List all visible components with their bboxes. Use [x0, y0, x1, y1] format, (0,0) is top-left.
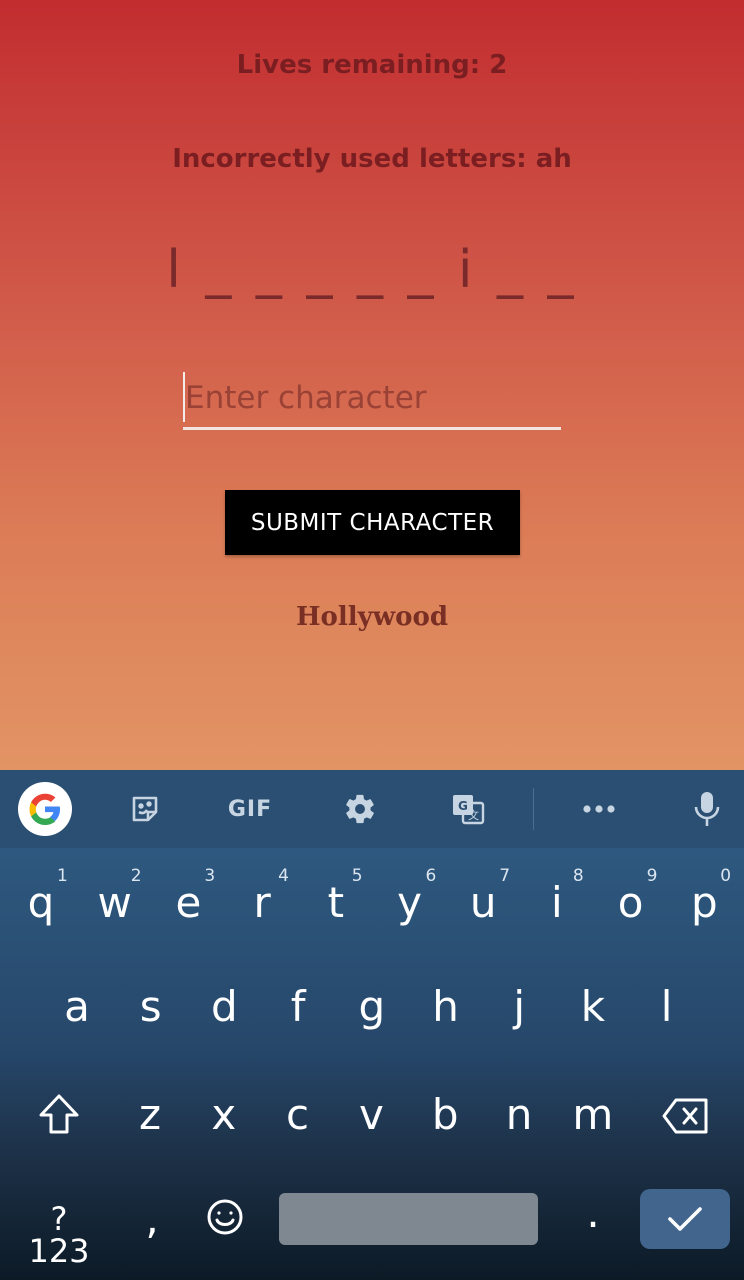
- key-x[interactable]: x: [199, 1094, 249, 1136]
- submit-character-button[interactable]: SUBMIT CHARACTER: [225, 490, 520, 555]
- key-n[interactable]: n: [494, 1094, 544, 1136]
- comma-key[interactable]: ,: [135, 1198, 169, 1240]
- key-u[interactable]: u: [458, 882, 508, 924]
- svg-text:文: 文: [468, 808, 479, 822]
- key-f[interactable]: f: [273, 986, 323, 1028]
- key-b[interactable]: b: [420, 1094, 470, 1136]
- key-hint-5: 5: [351, 866, 363, 886]
- key-y[interactable]: y: [385, 882, 435, 924]
- key-p[interactable]: p: [679, 882, 729, 924]
- gif-label: GIF: [227, 796, 273, 822]
- key-hint-9: 9: [646, 866, 658, 886]
- key-a[interactable]: a: [52, 986, 102, 1028]
- space-bar[interactable]: [279, 1193, 538, 1245]
- microphone-icon[interactable]: [680, 782, 734, 836]
- key-s[interactable]: s: [126, 986, 176, 1028]
- key-i[interactable]: i: [532, 882, 582, 924]
- backspace-key[interactable]: [660, 1097, 712, 1137]
- sticker-icon[interactable]: [118, 782, 172, 836]
- symbols-key[interactable]: ?123: [20, 1203, 98, 1267]
- more-icon[interactable]: [572, 782, 626, 836]
- gif-icon[interactable]: GIF: [222, 782, 278, 836]
- key-q[interactable]: q: [16, 882, 66, 924]
- google-icon[interactable]: [18, 782, 72, 836]
- gear-icon[interactable]: [333, 782, 387, 836]
- key-j[interactable]: j: [494, 986, 544, 1028]
- character-input[interactable]: [185, 372, 559, 424]
- key-g[interactable]: g: [347, 986, 397, 1028]
- key-e[interactable]: e: [163, 882, 213, 924]
- keyboard-toolbar: GIF G 文: [0, 770, 744, 848]
- key-hint-8: 8: [572, 866, 584, 886]
- shift-key[interactable]: [30, 1093, 88, 1141]
- key-hint-2: 2: [130, 866, 142, 886]
- word-display: l _ _ _ _ _ i _ _: [166, 240, 578, 300]
- toolbar-divider: [533, 788, 534, 830]
- key-l[interactable]: l: [642, 986, 692, 1028]
- key-hint-3: 3: [204, 866, 216, 886]
- category-label: Hollywood: [295, 602, 448, 632]
- character-input-wrapper[interactable]: [183, 372, 561, 430]
- key-o[interactable]: o: [606, 882, 656, 924]
- svg-text:G: G: [458, 799, 468, 813]
- translate-icon[interactable]: G 文: [441, 782, 495, 836]
- hangman-screen: Lives remaining: 2 Incorrectly used lett…: [0, 0, 744, 770]
- key-z[interactable]: z: [125, 1094, 175, 1136]
- period-key[interactable]: .: [578, 1192, 608, 1234]
- incorrect-letters: Incorrectly used letters: ah: [172, 144, 572, 174]
- key-w[interactable]: w: [90, 882, 140, 924]
- emoji-key[interactable]: [204, 1198, 246, 1240]
- key-d[interactable]: d: [199, 986, 249, 1028]
- key-hint-7: 7: [499, 866, 511, 886]
- key-hint-0: 0: [720, 866, 732, 886]
- key-h[interactable]: h: [421, 986, 471, 1028]
- key-m[interactable]: m: [568, 1094, 618, 1136]
- key-hint-4: 4: [278, 866, 289, 886]
- checkmark-icon: [668, 1207, 702, 1231]
- key-hint-1: 1: [57, 866, 68, 886]
- lives-remaining: Lives remaining: 2: [236, 50, 508, 80]
- key-hint-6: 6: [425, 866, 437, 886]
- enter-key[interactable]: [640, 1189, 730, 1249]
- soft-keyboard: GIF G 文 q 1 w 2 e 3 r 4 t 5 y 6 u 7 i 8 …: [0, 770, 744, 1280]
- key-v[interactable]: v: [346, 1094, 396, 1136]
- key-t[interactable]: t: [311, 882, 361, 924]
- key-c[interactable]: c: [273, 1094, 323, 1136]
- key-r[interactable]: r: [237, 882, 287, 924]
- key-k[interactable]: k: [568, 986, 618, 1028]
